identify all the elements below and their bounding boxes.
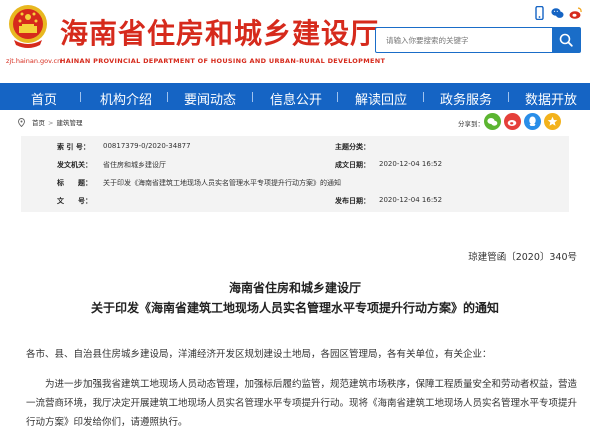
nav-item-home[interactable]: 首页 [31, 89, 57, 108]
document-paragraph-text: 为进一步加强我省建筑工地现场人员动态管理，加强标后履约监管，规范建筑市场秩序，保… [26, 379, 578, 428]
doc-number-label: 文 号： [57, 197, 92, 205]
search-button[interactable] [552, 28, 580, 52]
index-number-label: 索 引 号： [57, 143, 90, 151]
share-wechat-button[interactable] [484, 113, 501, 130]
weibo-icon[interactable] [569, 5, 582, 19]
main-nav: 首页 机构介绍 要闻动态 信息公开 解读回应 政务服务 数据开放 [0, 83, 590, 110]
nav-item-open-data[interactable]: 数据开放 [525, 89, 577, 108]
nav-divider [80, 92, 81, 102]
title-value: 关于印发《海南省建筑工地现场人员实名管理水平专项提升行动方案》的通知 [103, 179, 341, 187]
nav-item-news[interactable]: 要闻动态 [184, 89, 236, 108]
weibo-icon [507, 119, 517, 126]
nav-divider [508, 92, 509, 102]
breadcrumb-current[interactable]: 建筑管理 [56, 119, 82, 127]
created-date-value: 2020-12-04 16:52 [379, 160, 443, 168]
site-header: 海南省住房和城乡建设厅 zjt.hainan.gov.cn HAINAN PRO… [0, 0, 590, 82]
nav-divider [252, 92, 253, 102]
qzone-icon [547, 116, 558, 126]
nav-item-interpretation[interactable]: 解读回应 [355, 89, 407, 108]
breadcrumb-home[interactable]: 首页 [32, 119, 45, 127]
category-label: 主题分类： [335, 143, 370, 151]
qq-icon [529, 116, 536, 126]
document-number: 琼建管函〔2020〕340号 [468, 252, 577, 263]
share-label: 分享到： [458, 120, 484, 128]
created-date-label: 成文日期： [335, 161, 370, 169]
nav-divider [423, 92, 424, 102]
published-date-label: 发布日期： [335, 197, 370, 205]
nav-item-about[interactable]: 机构介绍 [100, 89, 152, 108]
document-metadata: 索 引 号： 00817379-0/2020-34877 主题分类： 发文机关：… [21, 136, 569, 212]
published-date-value: 2020-12-04 16:52 [379, 196, 443, 204]
share-weibo-button[interactable] [504, 113, 521, 130]
share-qzone-button[interactable] [544, 113, 561, 130]
breadcrumb: 首页 > 建筑管理 [32, 117, 82, 127]
mobile-icon[interactable] [533, 5, 546, 21]
national-emblem-icon [9, 5, 47, 48]
top-icon-group [533, 5, 582, 21]
share-qq-button[interactable] [524, 113, 541, 130]
document-title-issuer: 海南省住房和城乡建设厅 [228, 281, 361, 295]
document-title: 关于印发《海南省建筑工地现场人员实名管理水平专项提升行动方案》的通知 [90, 301, 499, 315]
breadcrumb-separator: > [48, 119, 54, 127]
issuer-value: 省住房和城乡建设厅 [103, 161, 166, 169]
site-title[interactable]: 海南省住房和城乡建设厅 [60, 12, 379, 52]
index-number-value: 00817379-0/2020-34877 [103, 142, 191, 150]
document-addressee: 各市、县、自治县住房城乡建设局，洋浦经济开发区规划建设土地局，各园区管理局，各有… [26, 349, 492, 360]
nav-divider [167, 92, 168, 102]
search-icon [559, 33, 573, 47]
site-title-en: HAINAN PROVINCIAL DEPARTMENT OF HOUSING … [60, 57, 386, 65]
document-paragraph: 为进一步加强我省建筑工地现场人员动态管理，加强标后履约监管，规范建筑市场秩序，保… [26, 375, 586, 432]
wechat-icon [487, 117, 498, 126]
nav-divider [337, 92, 338, 102]
breadcrumb-row: 首页 > 建筑管理 分享到： [0, 110, 590, 134]
issuer-label: 发文机关： [57, 161, 92, 169]
site-domain: zjt.hainan.gov.cn [6, 57, 62, 65]
wechat-icon[interactable] [551, 5, 564, 19]
search-box [375, 27, 581, 53]
title-label: 标 题： [57, 179, 92, 187]
location-pin-icon [18, 118, 25, 127]
nav-item-disclosure[interactable]: 信息公开 [270, 89, 322, 108]
search-input[interactable] [376, 28, 552, 52]
nav-item-services[interactable]: 政务服务 [440, 89, 492, 108]
